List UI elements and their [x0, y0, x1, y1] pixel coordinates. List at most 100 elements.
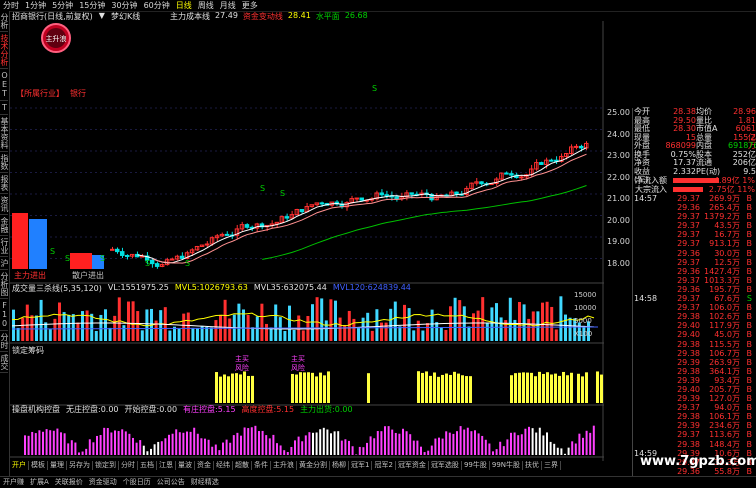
- tick-row[interactable]: 29.37 106.0万 B: [633, 303, 756, 312]
- tick-row[interactable]: 29.36 30.0万 B: [633, 249, 756, 258]
- lock-bar: [566, 375, 569, 403]
- stock-title[interactable]: 招商银行(日线,前复权): [12, 11, 93, 21]
- tick-row[interactable]: 29.39 127.0万 B: [633, 394, 756, 403]
- bottom-tab-14[interactable]: 黄金分割: [297, 461, 330, 470]
- chart-area[interactable]: 主力进出 散户进出SS SS SSSS15000100005000X100主买风险主买…: [10, 21, 604, 461]
- period-tab-3[interactable]: 15分钟: [76, 0, 108, 11]
- tick-list[interactable]: 14:57 29.37 269.9万 B 29.36 265.4万 B 29.37 1379.2…: [633, 194, 756, 476]
- bottom-tab-9[interactable]: 资金: [195, 461, 214, 470]
- lock-bar: [538, 371, 541, 403]
- tick-row[interactable]: 29.38 106.1万 B: [633, 412, 756, 421]
- bottom-tab-2[interactable]: 量理: [48, 461, 67, 470]
- bottom-tab-10[interactable]: 经纬: [214, 461, 233, 470]
- bottom-tab-0[interactable]: 开户: [10, 461, 29, 470]
- left-tab-14[interactable]: 成交: [0, 352, 9, 373]
- status-item-3[interactable]: 资金驱动: [86, 477, 120, 488]
- period-tab-4[interactable]: 30分钟: [108, 0, 140, 11]
- control-bar: [24, 435, 26, 455]
- left-tab-9[interactable]: 行业: [0, 236, 9, 257]
- bottom-tab-6[interactable]: 五档: [138, 461, 157, 470]
- bottom-tab-13[interactable]: 主升浪: [271, 461, 297, 470]
- bottom-tab-5[interactable]: 分时: [119, 461, 138, 470]
- bottom-tab-4[interactable]: 锁定到: [93, 461, 119, 470]
- volume-bar: [191, 327, 195, 341]
- period-tab-8[interactable]: 月线: [217, 0, 239, 11]
- status-item-5[interactable]: 公司公告: [154, 477, 188, 488]
- status-item-0[interactable]: 开户赚: [0, 477, 27, 488]
- tick-row[interactable]: 29.37 43.5万 B: [633, 221, 756, 230]
- left-tab-2[interactable]: OET: [0, 69, 9, 101]
- status-item-2[interactable]: 关联报价: [52, 477, 86, 488]
- tick-row[interactable]: 29.40 117.9万 B: [633, 321, 756, 330]
- bottom-tab-19[interactable]: 冠军选股: [429, 461, 462, 470]
- period-tab-0[interactable]: 分时: [0, 0, 22, 11]
- tick-row[interactable]: 29.36 195.7万 B: [633, 285, 756, 294]
- period-tab-9[interactable]: 更多: [239, 0, 261, 11]
- control-bar: [553, 443, 556, 455]
- bottom-tab-7[interactable]: 江恩: [157, 461, 176, 470]
- bottom-tab-17[interactable]: 冠军2: [372, 461, 396, 470]
- status-item-1[interactable]: 扩展A: [27, 477, 52, 488]
- left-tab-6[interactable]: 报表: [0, 173, 9, 194]
- tick-row[interactable]: 29.38 106.7万 B: [633, 349, 756, 358]
- bottom-tab-23[interactable]: 三界: [542, 461, 562, 470]
- bottom-tab-8[interactable]: 量波: [176, 461, 195, 470]
- left-tab-12[interactable]: F10: [0, 299, 9, 331]
- main-flow-bar-2: [70, 253, 92, 269]
- tick-row[interactable]: 29.37 12.5万 B: [633, 258, 756, 267]
- tick-row[interactable]: 29.38 364.1万 B: [633, 367, 756, 376]
- bottom-tab-11[interactable]: 超散: [233, 461, 252, 470]
- left-tab-7[interactable]: 资讯: [0, 194, 9, 215]
- tick-row[interactable]: 29.37 1013.3万 B: [633, 276, 756, 285]
- bottom-tab-18[interactable]: 冠军资金: [396, 461, 429, 470]
- left-tab-8[interactable]: 金融: [0, 215, 9, 236]
- tick-row[interactable]: 29.37 16.7万 B: [633, 230, 756, 239]
- period-tab-6[interactable]: 日线: [173, 0, 195, 11]
- price-tick-label: 18.00: [607, 258, 630, 268]
- tick-row[interactable]: 29.39 93.4万 B: [633, 376, 756, 385]
- volume-bar: [127, 301, 130, 341]
- tick-row[interactable]: 29.40 205.7万 B: [633, 385, 756, 394]
- control-bar: [538, 427, 541, 455]
- tick-row[interactable]: 29.36 265.4万 B: [633, 203, 756, 212]
- tick-row[interactable]: 29.37 113.6万 B: [633, 430, 756, 439]
- volume-bar: [209, 327, 213, 341]
- lock-bar: [215, 372, 218, 403]
- lock-bar: [295, 374, 298, 403]
- bottom-tab-1[interactable]: 模板: [29, 461, 48, 470]
- tick-row[interactable]: 29.37 913.1万 B: [633, 239, 756, 248]
- bottom-tab-21[interactable]: 99N牛股: [490, 461, 524, 470]
- period-tab-7[interactable]: 周线: [195, 0, 217, 11]
- bottom-tab-15[interactable]: 杨柳: [330, 461, 349, 470]
- period-tab-1[interactable]: 1分钟: [22, 0, 49, 11]
- period-tab-2[interactable]: 5分钟: [49, 0, 76, 11]
- tick-row[interactable]: 29.37 1379.2万 B: [633, 212, 756, 221]
- left-tab-1[interactable]: 技术分析: [0, 32, 9, 69]
- left-tab-5[interactable]: 指数: [0, 152, 9, 173]
- left-tab-0[interactable]: 分析: [0, 11, 9, 32]
- tick-row[interactable]: 14:57 29.37 269.9万 B: [633, 194, 756, 203]
- bottom-tab-12[interactable]: 条件: [252, 461, 271, 470]
- left-tab-4[interactable]: 基本资料: [0, 115, 9, 152]
- tick-row[interactable]: 29.38 102.6万 B: [633, 312, 756, 321]
- bottom-tab-22[interactable]: 扶优: [523, 461, 543, 470]
- tick-row[interactable]: 29.37 94.0万 B: [633, 403, 756, 412]
- left-tab-13[interactable]: 分时: [0, 331, 9, 352]
- left-tab-3[interactable]: T: [0, 101, 9, 115]
- bottom-tab-20[interactable]: 99牛股: [462, 461, 490, 470]
- period-tab-5[interactable]: 60分钟: [141, 0, 173, 11]
- tick-row[interactable]: 29.39 234.6万 B: [633, 421, 756, 430]
- tick-row[interactable]: 29.38 148.4万 B: [633, 440, 756, 449]
- tick-row[interactable]: 29.39 263.9万 B: [633, 358, 756, 367]
- left-tab-10[interactable]: 沪: [0, 257, 9, 270]
- dropdown-arrow-icon[interactable]: ▼: [99, 11, 105, 21]
- tick-row[interactable]: 29.38 115.5万 B: [633, 340, 756, 349]
- bottom-tab-16[interactable]: 冠军1: [349, 461, 373, 470]
- left-tab-11[interactable]: 分析图: [0, 270, 9, 299]
- tick-row[interactable]: 29.40 45.0万 B: [633, 330, 756, 339]
- status-item-4[interactable]: 个股日历: [120, 477, 154, 488]
- bottom-tab-3[interactable]: 另存为: [67, 461, 93, 470]
- tick-row[interactable]: 14:58 29.37 67.6万 S: [633, 294, 756, 303]
- status-item-6[interactable]: 财经精选: [188, 477, 222, 488]
- tick-row[interactable]: 29.36 1427.4万 B: [633, 267, 756, 276]
